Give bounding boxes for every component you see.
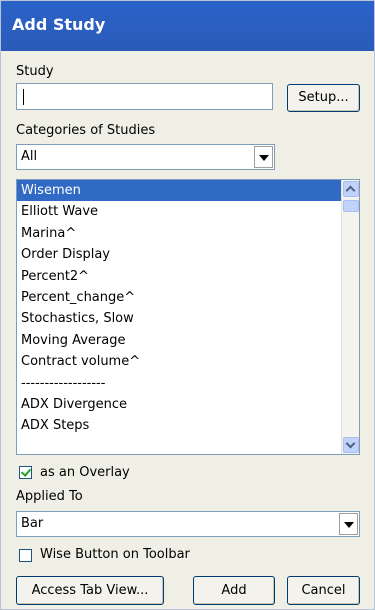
chevron-down-icon[interactable] bbox=[339, 513, 358, 535]
access-tab-view-label: Access Tab View... bbox=[31, 583, 149, 598]
studies-listbox[interactable]: Wisemen Elliott Wave Marina^ Order Display P… bbox=[16, 179, 360, 455]
study-list-item[interactable]: Order Display bbox=[17, 244, 341, 265]
study-list-item[interactable]: ------------------ bbox=[17, 373, 341, 394]
scroll-up-icon[interactable] bbox=[343, 181, 359, 197]
vertical-scrollbar[interactable] bbox=[341, 180, 359, 454]
applied-to-label: Applied To bbox=[16, 489, 83, 504]
study-list-item[interactable]: ADX Steps bbox=[17, 415, 341, 436]
add-button[interactable]: Add bbox=[193, 576, 275, 605]
add-button-label: Add bbox=[221, 583, 247, 598]
overlay-label: as an Overlay bbox=[40, 465, 130, 480]
study-list-item[interactable]: Contract volume^ bbox=[17, 351, 341, 372]
chevron-down-icon[interactable] bbox=[254, 146, 273, 168]
cancel-button[interactable]: Cancel bbox=[287, 576, 360, 605]
categories-select[interactable]: All bbox=[16, 144, 275, 170]
study-input[interactable] bbox=[16, 83, 273, 110]
text-caret bbox=[23, 89, 24, 105]
studies-list: Wisemen Elliott Wave Marina^ Order Display P… bbox=[17, 180, 341, 437]
study-list-item[interactable]: Marina^ bbox=[17, 223, 341, 244]
categories-selected-value: All bbox=[21, 149, 38, 164]
wise-button-label: Wise Button on Toolbar bbox=[40, 547, 190, 562]
study-list-item[interactable]: Moving Average bbox=[17, 330, 341, 351]
overlay-checkbox[interactable] bbox=[19, 466, 32, 479]
setup-button[interactable]: Setup... bbox=[287, 84, 360, 112]
title-bar[interactable]: Add Study bbox=[1, 1, 374, 51]
study-list-item[interactable]: Percent_change^ bbox=[17, 287, 341, 308]
study-list-item[interactable]: Percent2^ bbox=[17, 266, 341, 287]
window-title: Add Study bbox=[12, 15, 106, 34]
study-list-item[interactable]: Wisemen bbox=[17, 180, 341, 202]
study-label: Study bbox=[16, 64, 54, 79]
categories-label: Categories of Studies bbox=[16, 123, 156, 138]
cancel-button-label: Cancel bbox=[301, 583, 346, 598]
wise-button-checkbox[interactable] bbox=[19, 549, 32, 562]
access-tab-view-button[interactable]: Access Tab View... bbox=[16, 576, 164, 605]
scroll-down-icon[interactable] bbox=[343, 437, 359, 453]
add-study-dialog: Add Study Study Setup... Categories of S… bbox=[0, 0, 375, 610]
checkmark-icon bbox=[20, 466, 32, 477]
applied-to-selected-value: Bar bbox=[21, 516, 44, 531]
study-list-item[interactable]: Stochastics, Slow bbox=[17, 308, 341, 329]
setup-button-label: Setup... bbox=[298, 90, 349, 105]
study-list-item[interactable]: Elliott Wave bbox=[17, 201, 341, 222]
scrollbar-thumb[interactable] bbox=[343, 200, 359, 212]
study-list-item[interactable]: ADX Divergence bbox=[17, 394, 341, 415]
applied-to-select[interactable]: Bar bbox=[16, 511, 360, 537]
